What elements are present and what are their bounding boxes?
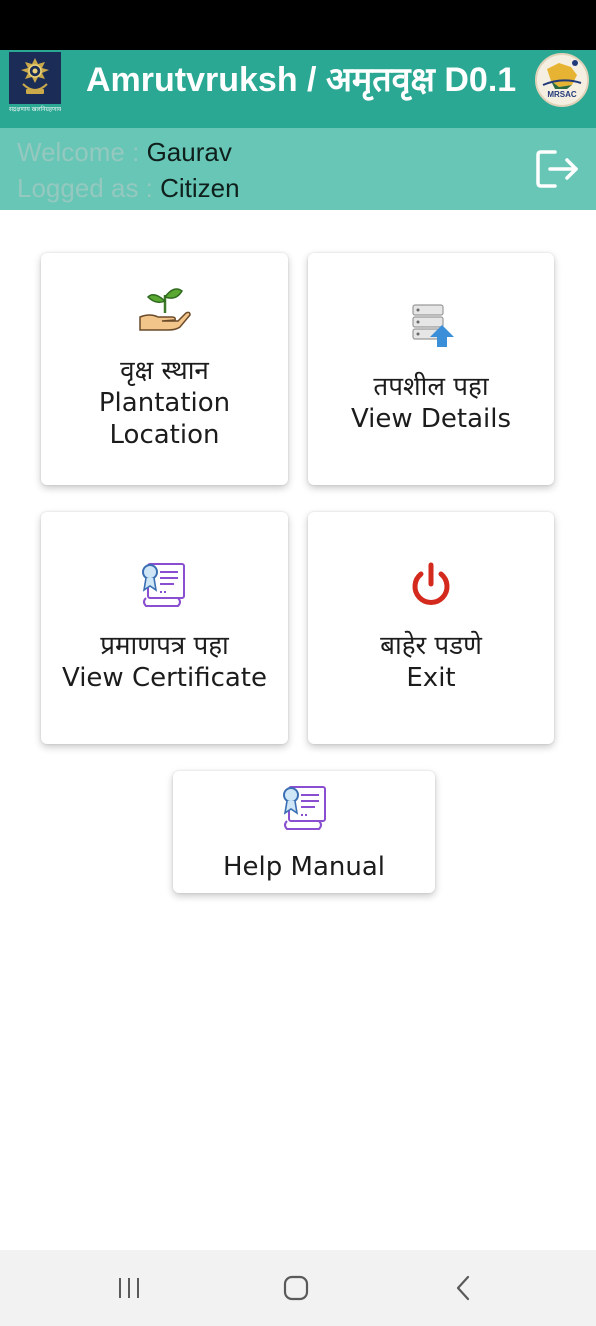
tile-label-english: View Details bbox=[350, 404, 512, 434]
user-info-strip: Welcome : Gaurav Logged as : Citizen bbox=[0, 128, 596, 210]
tile-view-details[interactable]: तपशील पहा View Details bbox=[308, 253, 554, 485]
logged-as-label: Logged as : bbox=[17, 173, 161, 203]
logout-icon[interactable] bbox=[535, 148, 581, 190]
tile-view-certificate[interactable]: प्रमाणपत्र पहा View Certificate bbox=[41, 512, 288, 744]
tile-label-marathi: तपशील पहा bbox=[373, 372, 489, 402]
police-emblem-icon bbox=[9, 52, 61, 104]
tile-exit[interactable]: बाहेर पडणे Exit bbox=[308, 512, 554, 744]
system-nav-bar bbox=[0, 1250, 596, 1326]
certificate-icon bbox=[138, 560, 188, 608]
tile-plantation-location[interactable]: वृक्ष स्थान Plantation Location bbox=[41, 253, 288, 485]
tile-label-english-2: Location bbox=[109, 420, 220, 450]
help-manual-label: Help Manual bbox=[173, 851, 435, 883]
tile-label-english: View Certificate bbox=[61, 663, 268, 693]
help-manual-button[interactable]: Help Manual bbox=[173, 771, 435, 893]
tile-label-english: Plantation bbox=[98, 388, 231, 418]
back-icon[interactable] bbox=[450, 1274, 478, 1302]
tile-plantation-location-text: वृक्ष स्थान Plantation Location bbox=[41, 355, 288, 451]
tile-exit-text: बाहेर पडणे Exit bbox=[308, 630, 554, 694]
welcome-line: Welcome : Gaurav bbox=[17, 134, 232, 170]
tile-label-english: Exit bbox=[406, 663, 456, 693]
status-bar bbox=[0, 0, 596, 50]
tile-view-details-text: तपशील पहा View Details bbox=[308, 371, 554, 435]
tile-label-marathi: वृक्ष स्थान bbox=[120, 356, 209, 386]
tile-label-marathi: प्रमाणपत्र पहा bbox=[100, 631, 229, 661]
plant-hand-icon bbox=[138, 283, 192, 333]
app-title: Amrutvruksh / अमृतवृक्ष D0.1 bbox=[86, 61, 517, 99]
power-icon bbox=[409, 562, 453, 608]
welcome-label: Welcome : bbox=[17, 137, 147, 167]
partner-logo-text: MRSAC bbox=[547, 90, 577, 99]
help-label: Help Manual bbox=[222, 852, 386, 882]
tile-view-certificate-text: प्रमाणपत्र पहा View Certificate bbox=[41, 630, 288, 694]
tile-label-marathi: बाहेर पडणे bbox=[380, 631, 482, 661]
database-upload-icon bbox=[410, 301, 456, 349]
home-icon[interactable] bbox=[280, 1274, 312, 1302]
emblem-caption: सद्रक्षणाय खलनिग्रहणाय bbox=[9, 107, 61, 113]
user-name: Gaurav bbox=[146, 137, 232, 167]
recents-icon[interactable] bbox=[113, 1274, 145, 1302]
user-role: Citizen bbox=[160, 173, 240, 203]
role-line: Logged as : Citizen bbox=[17, 170, 240, 206]
mrsac-logo-icon: MRSAC bbox=[535, 53, 589, 107]
certificate-icon bbox=[279, 783, 329, 831]
app-bar: सद्रक्षणाय खलनिग्रहणाय Amrutvruksh / अमृ… bbox=[0, 50, 596, 128]
